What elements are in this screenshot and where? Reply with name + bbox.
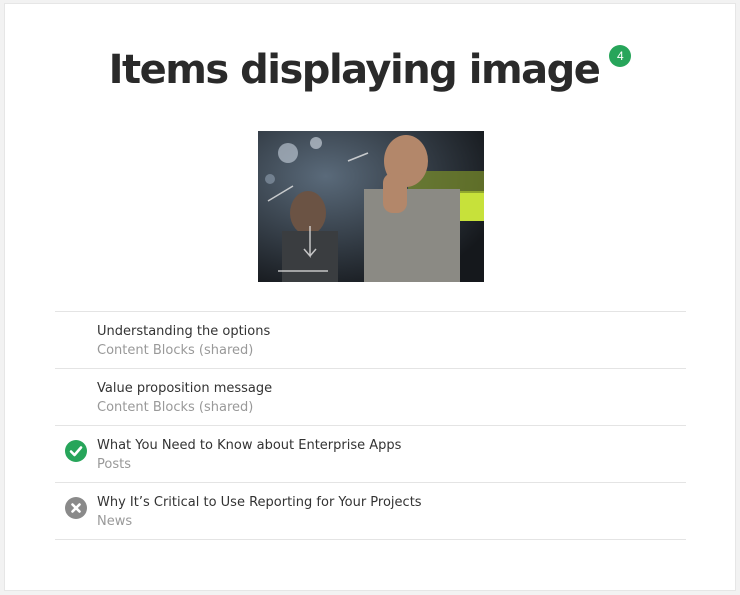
item-title[interactable]: What You Need to Know about Enterprise A… [97, 438, 401, 454]
item-title[interactable]: Value proposition message [97, 381, 272, 397]
items-panel: Items displaying image 4 Understanding t… [4, 3, 736, 591]
close-icon [65, 497, 87, 519]
item-type: News [97, 514, 133, 529]
page-title-text: Items displaying image [108, 47, 601, 93]
photo-illustration [258, 131, 484, 282]
page-title: Items displaying image 4 [5, 45, 735, 94]
item-title[interactable]: Why It’s Critical to Use Reporting for Y… [97, 495, 422, 511]
image-thumbnail [258, 131, 484, 282]
item-title[interactable]: Understanding the options [97, 324, 270, 340]
items-list: Understanding the options Content Blocks… [55, 311, 686, 540]
check-icon [65, 440, 87, 462]
item-type: Content Blocks (shared) [97, 343, 254, 358]
count-badge: 4 [609, 45, 632, 67]
item-type: Posts [97, 457, 131, 472]
list-item[interactable]: Understanding the options Content Blocks… [55, 312, 686, 369]
list-item[interactable]: Value proposition message Content Blocks… [55, 369, 686, 426]
item-type: Content Blocks (shared) [97, 400, 254, 415]
list-item[interactable]: Why It’s Critical to Use Reporting for Y… [55, 483, 686, 540]
list-item[interactable]: What You Need to Know about Enterprise A… [55, 426, 686, 483]
